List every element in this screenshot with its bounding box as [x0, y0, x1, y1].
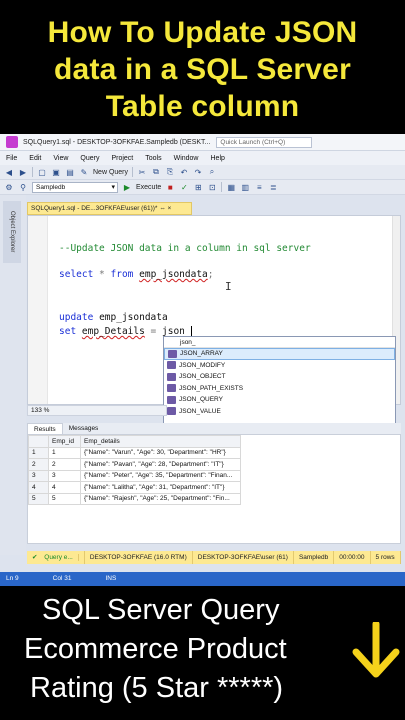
column-header-emp-details[interactable]: Emp_details: [80, 435, 241, 448]
database-info: Sampledb: [294, 551, 335, 564]
menu-tools[interactable]: Tools: [145, 155, 161, 162]
new-query-icon[interactable]: ✎: [79, 168, 89, 177]
intellisense-icon[interactable]: ⊡: [207, 183, 217, 192]
query-status: ✔ Query e...: [27, 551, 85, 564]
title-bar: SQLQuery1.sql - DESKTOP-3OFKFAE.Sampledb…: [0, 134, 405, 151]
object-explorer-tab[interactable]: Object Explorer: [3, 201, 21, 263]
left-tool-strip: Object Explorer: [0, 195, 26, 555]
sql-editor-toolbar: ⚙ ⚲ Sampledb ▶ Execute ■ ✓ ⊞ ⊡ ▦ ▥ ≡ ≣: [0, 180, 405, 195]
intellisense-item[interactable]: JSON_QUERY: [164, 394, 395, 406]
bottom-banner-line-2: Ecommerce Product: [24, 633, 287, 665]
line-number: Ln 9: [6, 575, 19, 582]
intellisense-item[interactable]: JSON_MODIFY: [164, 360, 395, 372]
paste-icon[interactable]: ⎘: [165, 167, 175, 177]
undo-icon[interactable]: ↶: [179, 168, 189, 177]
intellisense-item[interactable]: JSON_PATH_EXISTS: [164, 383, 395, 395]
banner-title-line-2: data in a SQL Server: [54, 53, 351, 86]
table-row[interactable]: 4 4 {"Name": "Lalitha", "Age": 31, "Depa…: [28, 481, 241, 494]
bottom-banner: SQL Server Query Ecommerce Product Ratin…: [0, 586, 405, 720]
query-status-bar: ✔ Query e... DESKTOP-3OFKFAE (16.0 RTM) …: [27, 551, 401, 564]
cut-icon[interactable]: ✂: [137, 168, 147, 177]
function-icon: [167, 361, 176, 370]
copy-icon[interactable]: ⧉: [151, 167, 161, 177]
editor-gutter: [28, 216, 48, 404]
bottom-banner-line-1: SQL Server Query: [42, 594, 280, 626]
banner-title-line-1: How To Update JSON: [47, 16, 358, 49]
table-row[interactable]: 1 1 {"Name": "Varun", "Age": 30, "Depart…: [28, 446, 241, 459]
menu-help[interactable]: Help: [211, 155, 225, 162]
save-all-icon[interactable]: ▤: [65, 168, 75, 177]
function-icon: [167, 407, 176, 416]
intellisense-item[interactable]: JSON_OBJECT: [164, 371, 395, 383]
grid-header-row: Emp_id Emp_details: [28, 435, 241, 448]
new-query-button[interactable]: New Query: [93, 169, 128, 176]
quick-launch-input[interactable]: Quick Launch (Ctrl+Q): [216, 136, 313, 148]
top-banner: How To Update JSON data in a SQL Server …: [0, 0, 405, 134]
table-row[interactable]: 5 5 {"Name": "Rajesh", "Age": 25, "Depar…: [28, 492, 241, 505]
intellisense-item[interactable]: JSON_VALUE: [164, 406, 395, 418]
results-to-grid-icon[interactable]: ▦: [226, 183, 236, 192]
user-info: DESKTOP-3OFKFAE\user (61): [193, 551, 294, 564]
search-icon[interactable]: ⌕: [207, 167, 217, 177]
function-icon: [167, 372, 176, 381]
app-status-bar: Ln 9 Col 31 INS: [0, 572, 405, 586]
standard-toolbar: ◀ ▶ ▢ ▣ ▤ ✎ New Query ✂ ⧉ ⎘ ↶ ↷ ⌕: [0, 165, 405, 180]
intellisense-popup: json_ JSON_ARRAY JSON_MODIFY JSON_OBJECT…: [163, 336, 396, 424]
function-icon: [167, 395, 176, 404]
editor-line-select: select * from emp_jsondata;: [59, 269, 214, 280]
new-file-icon[interactable]: ▢: [37, 168, 47, 177]
menu-window[interactable]: Window: [174, 155, 199, 162]
estimated-plan-icon[interactable]: ⊞: [193, 183, 203, 192]
banner-title-line-3: Table column: [105, 90, 300, 123]
table-row[interactable]: 3 3 {"Name": "Peter", "Age": 35, "Depart…: [28, 469, 241, 482]
menu-bar: File Edit View Query Project Tools Windo…: [0, 151, 405, 165]
results-to-text-icon[interactable]: ▥: [240, 183, 250, 192]
redo-icon[interactable]: ↷: [193, 168, 203, 177]
results-tabs: Results Messages: [27, 423, 401, 434]
editor-line-update: update emp_jsondata: [59, 312, 168, 323]
results-grid[interactable]: Emp_id Emp_details 1 1 {"Name": "Varun",…: [27, 434, 401, 544]
execute-button[interactable]: Execute: [136, 184, 161, 191]
execute-icon[interactable]: ▶: [122, 183, 132, 192]
function-icon: [167, 384, 176, 393]
menu-query[interactable]: Query: [80, 155, 99, 162]
editor-line-comment: --Update JSON data in a column in sql se…: [59, 243, 311, 254]
menu-view[interactable]: View: [53, 155, 68, 162]
save-icon[interactable]: ▣: [51, 168, 61, 177]
function-icon: [168, 349, 177, 358]
table-row[interactable]: 2 2 {"Name": "Pavan", "Age": 28, "Depart…: [28, 458, 241, 471]
back-icon[interactable]: ◀: [4, 168, 14, 177]
intellisense-header: json_: [164, 337, 395, 348]
cancel-query-icon[interactable]: ■: [165, 183, 175, 192]
window-title: SQLQuery1.sql - DESKTOP-3OFKFAE.Sampledb…: [23, 138, 211, 146]
connect-icon[interactable]: ⚙: [4, 183, 14, 192]
intellisense-item[interactable]: JSON_ARRAY: [164, 348, 395, 360]
tab-results[interactable]: Results: [27, 423, 63, 434]
elapsed-time: 00:00:00: [334, 551, 371, 564]
column-header-emp-id[interactable]: Emp_id: [48, 435, 81, 448]
database-select[interactable]: Sampledb: [32, 181, 118, 193]
parse-icon[interactable]: ✓: [179, 183, 189, 192]
ssms-window: SQLQuery1.sql - DESKTOP-3OFKFAE.Sampledb…: [0, 134, 405, 586]
ssms-app-icon: [6, 136, 18, 148]
uncomment-icon[interactable]: ≣: [268, 183, 278, 192]
tab-messages[interactable]: Messages: [63, 423, 105, 434]
menu-project[interactable]: Project: [111, 155, 133, 162]
query-document-tab[interactable]: SQLQuery1.sql - DE...3OFKFAE\user (61))*…: [27, 202, 192, 215]
server-info: DESKTOP-3OFKFAE (16.0 RTM): [85, 551, 193, 564]
bottom-banner-line-3: Rating (5 Star *****): [30, 672, 284, 704]
row-count: 5 rows: [371, 551, 401, 564]
menu-edit[interactable]: Edit: [29, 155, 41, 162]
down-arrow-icon: [352, 622, 400, 678]
insert-mode: INS: [105, 575, 117, 582]
menu-file[interactable]: File: [6, 155, 17, 162]
column-number: Col 31: [52, 575, 72, 582]
zoom-level[interactable]: 133 %: [27, 405, 167, 416]
text-cursor-icon: I: [225, 280, 232, 293]
forward-icon[interactable]: ▶: [18, 168, 28, 177]
comment-icon[interactable]: ≡: [254, 183, 264, 192]
filter-icon[interactable]: ⚲: [18, 183, 28, 192]
